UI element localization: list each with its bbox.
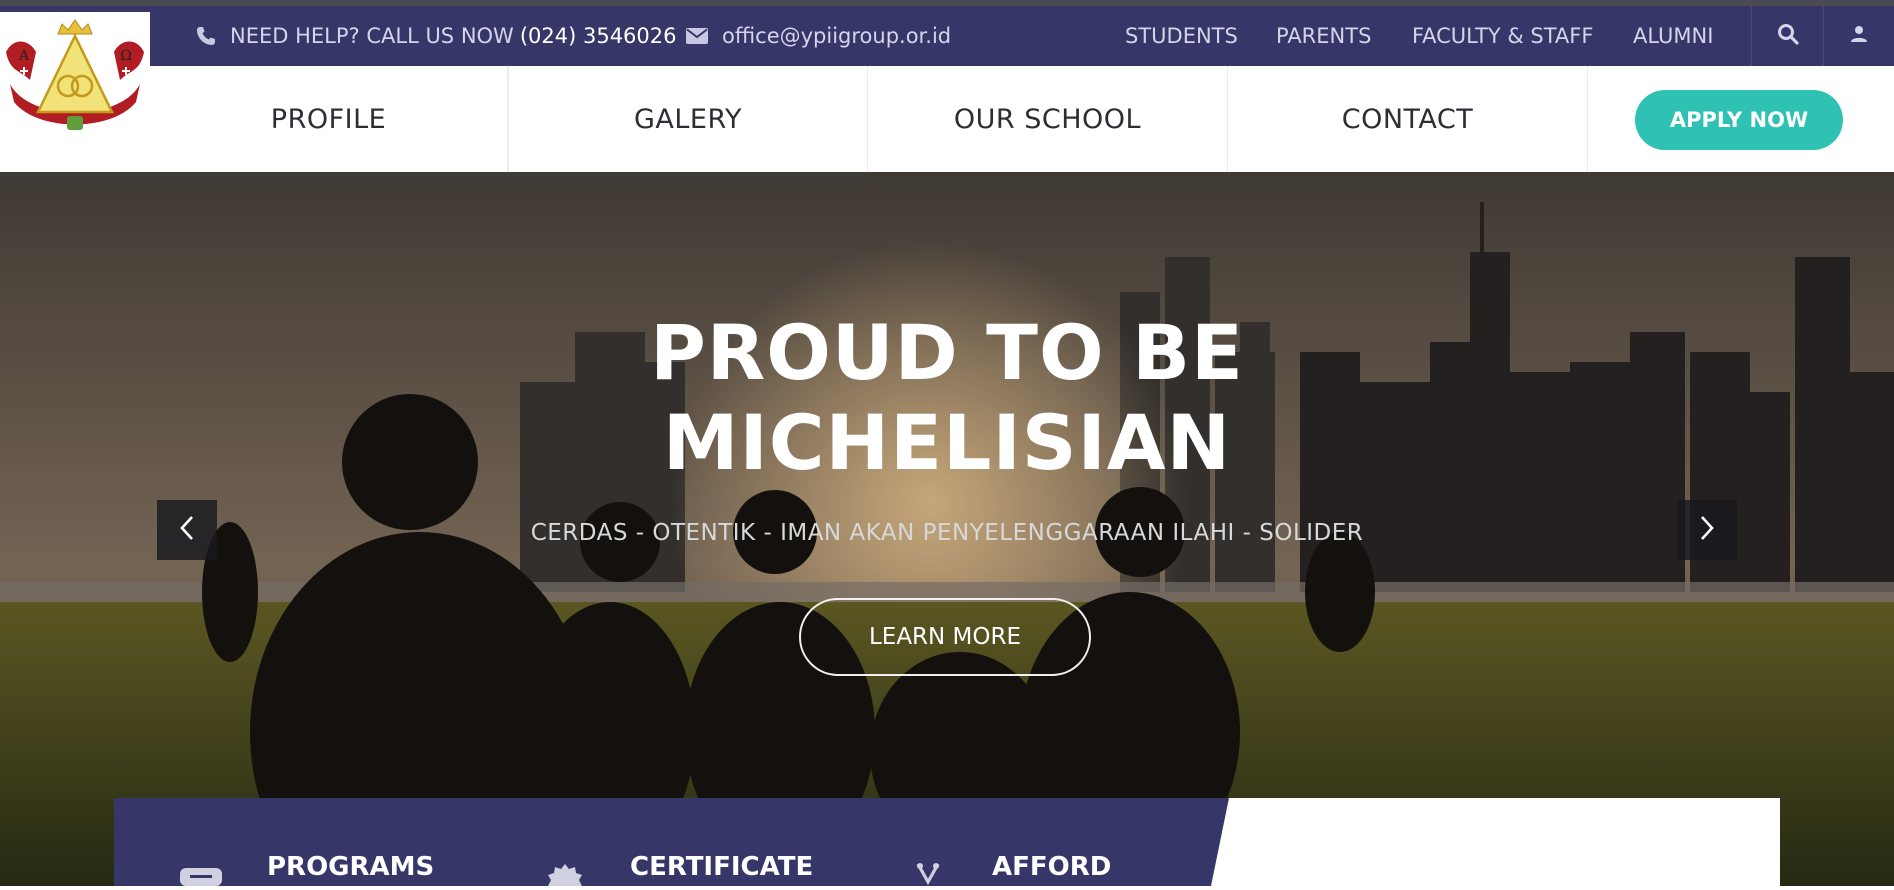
slider-prev-button[interactable] (157, 500, 217, 560)
nav-galery[interactable]: GALERY (508, 66, 868, 172)
chevron-left-icon (179, 515, 195, 545)
feature-strip: PROGRAMS CERTIFICATE AFFORD (114, 798, 1780, 886)
hero-title-line2: MICHELISIAN (662, 398, 1232, 487)
top-info-bar: NEED HELP? CALL US NOW (024) 3546026 off… (0, 6, 1894, 66)
help-text: NEED HELP? CALL US NOW (230, 24, 514, 48)
contact-email[interactable]: office@ypiigroup.or.id (686, 6, 951, 66)
logo-emblem: Α Ω (6, 19, 144, 130)
phone-number[interactable]: (024) 3546026 (520, 24, 677, 48)
feature-certificate[interactable]: CERTIFICATE (630, 852, 813, 882)
envelope-icon (686, 28, 708, 44)
nav-profile[interactable]: PROFILE (150, 66, 508, 172)
user-button[interactable] (1823, 6, 1894, 66)
school-logo[interactable]: Α Ω (0, 12, 150, 140)
book-icon (180, 866, 222, 890)
email-address[interactable]: office@ypiigroup.or.id (722, 24, 951, 48)
nav-contact[interactable]: CONTACT (1228, 66, 1588, 172)
hero-slider: PROUD TO BE MICHELISIAN CERDAS - OTENTIK… (0, 172, 1894, 886)
help-phone[interactable]: NEED HELP? CALL US NOW (024) 3546026 (196, 6, 677, 66)
learn-more-button[interactable]: LEARN MORE (799, 598, 1091, 676)
phone-icon (196, 26, 216, 46)
nav-our-school[interactable]: OUR SCHOOL (868, 66, 1228, 172)
toplink-faculty-staff[interactable]: FACULTY & STAFF (1412, 6, 1593, 66)
logo-alpha: Α (18, 48, 30, 64)
search-button[interactable] (1751, 6, 1823, 66)
search-icon (1777, 23, 1799, 50)
user-icon (1850, 24, 1868, 48)
toplink-alumni[interactable]: ALUMNI (1633, 6, 1713, 66)
feature-afford[interactable]: AFFORD (992, 852, 1111, 882)
toplink-students[interactable]: STUDENTS (1125, 6, 1238, 66)
nav-shadow (0, 172, 868, 180)
slider-next-button[interactable] (1677, 500, 1737, 560)
hero-title-line1: PROUD TO BE (650, 308, 1244, 397)
logo-omega: Ω (120, 48, 132, 64)
toplink-parents[interactable]: PARENTS (1276, 6, 1371, 66)
chevron-right-icon (1699, 515, 1715, 545)
hero-subtitle: CERDAS - OTENTIK - IMAN AKAN PENYELENGGA… (530, 520, 1364, 546)
main-navigation: PROFILE GALERY OUR SCHOOL CONTACT APPLY … (0, 66, 1894, 172)
feature-programs[interactable]: PROGRAMS (267, 852, 434, 882)
apply-now-button[interactable]: APPLY NOW (1635, 90, 1843, 150)
